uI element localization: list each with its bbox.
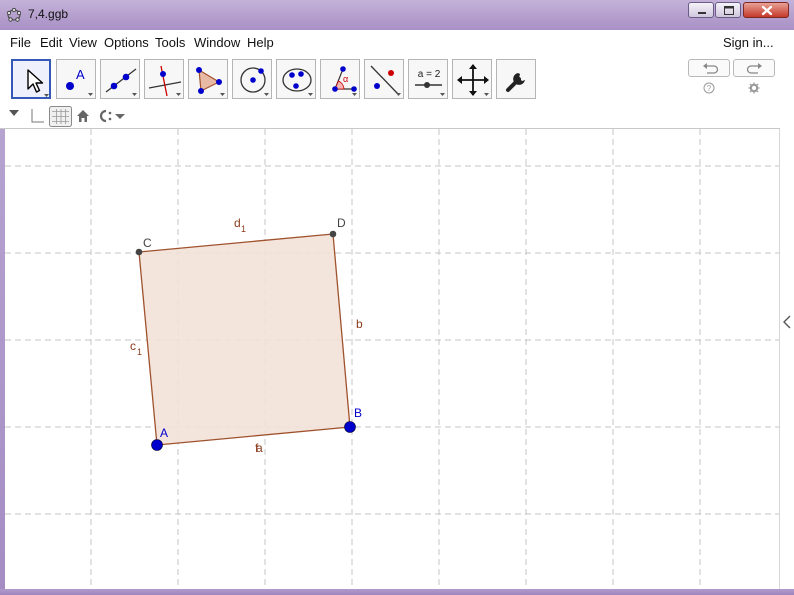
point-tool-glyph: A bbox=[76, 67, 85, 82]
redo-icon bbox=[746, 63, 762, 74]
reflect-tool[interactable] bbox=[364, 59, 404, 99]
circle-tool[interactable] bbox=[232, 59, 272, 99]
polygon-icon bbox=[196, 67, 225, 96]
graphics-canvas[interactable]: d 1 b c 1 f a C D A B bbox=[5, 129, 779, 589]
reflect-icon bbox=[370, 65, 401, 96]
move-graphics-icon bbox=[457, 64, 489, 96]
menu-tools[interactable]: Tools bbox=[155, 35, 185, 50]
grid-toggle-icon[interactable] bbox=[49, 106, 72, 127]
menu-help[interactable]: Help bbox=[247, 35, 274, 50]
home-view-icon[interactable] bbox=[75, 108, 91, 124]
point-d[interactable] bbox=[329, 230, 337, 238]
point-d-label: D bbox=[337, 216, 346, 230]
slider-tool[interactable]: a = 2 bbox=[408, 59, 448, 99]
close-icon bbox=[761, 5, 773, 16]
label-c-subscript: 1 bbox=[137, 347, 142, 357]
slider-icon: a = 2 bbox=[415, 69, 445, 96]
label-d: d bbox=[234, 216, 241, 230]
window-frame-left bbox=[0, 129, 5, 595]
circle-icon bbox=[240, 67, 269, 96]
undo-button[interactable] bbox=[688, 59, 730, 77]
label-c: c bbox=[130, 339, 136, 353]
tools-settings[interactable] bbox=[496, 59, 536, 99]
axes-toggle-icon[interactable] bbox=[26, 107, 46, 126]
svg-text:?: ? bbox=[707, 84, 712, 93]
point-capture-icon[interactable] bbox=[96, 108, 128, 124]
title-bar[interactable]: 7,4.ggb bbox=[0, 0, 794, 30]
minimize-icon bbox=[698, 12, 706, 14]
redo-button[interactable] bbox=[733, 59, 775, 77]
label-a: a bbox=[256, 441, 263, 455]
point-b-label: B bbox=[354, 406, 362, 420]
undo-icon bbox=[703, 63, 719, 74]
gear-icon[interactable] bbox=[748, 82, 760, 94]
slider-tool-glyph: a = 2 bbox=[418, 69, 441, 80]
help-icon[interactable]: ? bbox=[703, 82, 715, 94]
ellipse-icon bbox=[282, 68, 313, 96]
wrench-icon bbox=[506, 73, 525, 92]
point-tool[interactable]: A bbox=[56, 59, 96, 99]
label-d-subscript: 1 bbox=[241, 224, 246, 234]
geogebra-icon bbox=[6, 7, 22, 22]
menu-file[interactable]: File bbox=[10, 35, 31, 50]
angle-tool-glyph: α bbox=[343, 74, 348, 84]
menu-edit[interactable]: Edit bbox=[40, 35, 62, 50]
point-c[interactable] bbox=[135, 248, 143, 256]
point-b[interactable] bbox=[344, 421, 356, 433]
move-tool[interactable] bbox=[11, 59, 51, 99]
line-tool[interactable] bbox=[100, 59, 140, 99]
menu-view[interactable]: View bbox=[69, 35, 97, 50]
minimize-button[interactable] bbox=[688, 2, 714, 18]
close-button[interactable] bbox=[743, 2, 789, 18]
angle-icon: α bbox=[332, 66, 357, 96]
expand-triangle-icon[interactable] bbox=[7, 107, 21, 119]
move-view-tool[interactable] bbox=[452, 59, 492, 99]
polygon-tool[interactable] bbox=[188, 59, 228, 99]
point-icon: A bbox=[66, 67, 93, 96]
graphics-view[interactable]: d 1 b c 1 f a C D A B bbox=[5, 129, 779, 589]
collapse-left-arrow-icon bbox=[783, 315, 791, 329]
grid bbox=[5, 129, 779, 589]
maximize-button[interactable] bbox=[715, 2, 741, 18]
conic-tool[interactable] bbox=[276, 59, 316, 99]
label-b: b bbox=[356, 317, 363, 331]
cursor-arrow-icon bbox=[27, 69, 49, 97]
perpendicular-line-icon bbox=[148, 65, 182, 97]
angle-tool[interactable]: α bbox=[320, 59, 360, 99]
sign-in-link[interactable]: Sign in... bbox=[723, 35, 774, 50]
quadrilateral-polygon[interactable] bbox=[139, 234, 350, 445]
point-a-label: A bbox=[160, 426, 168, 440]
maximize-icon bbox=[724, 6, 734, 15]
menu-options[interactable]: Options bbox=[104, 35, 149, 50]
point-a[interactable] bbox=[151, 439, 163, 451]
window-frame-bottom bbox=[0, 589, 794, 595]
line-icon bbox=[105, 68, 137, 96]
perpendicular-tool[interactable] bbox=[144, 59, 184, 99]
menu-window[interactable]: Window bbox=[194, 35, 240, 50]
sidebar-toggle[interactable] bbox=[779, 129, 794, 589]
point-c-label: C bbox=[143, 236, 152, 250]
window-title: 7,4.ggb bbox=[28, 7, 69, 21]
